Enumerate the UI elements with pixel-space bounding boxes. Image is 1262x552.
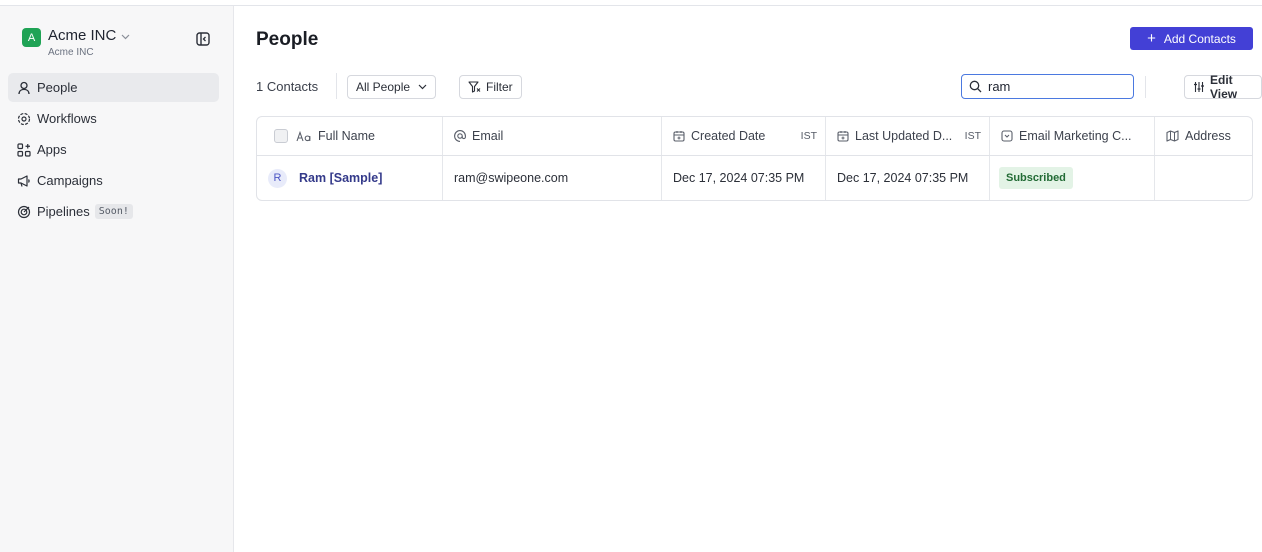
search-input[interactable]: [988, 79, 1118, 94]
column-header-address[interactable]: Address: [1155, 117, 1252, 155]
contact-name-link[interactable]: Ram [Sample]: [299, 171, 382, 185]
edit-view-button[interactable]: Edit View: [1184, 73, 1262, 101]
apps-icon: [17, 142, 31, 157]
workspace-avatar: A: [22, 28, 41, 47]
sidebar-item-label: Pipelines: [37, 204, 90, 219]
workspace-text: Acme INC Acme INC: [48, 27, 130, 58]
at-icon: [454, 130, 466, 142]
contacts-count: 1 Contacts: [256, 79, 319, 94]
text-aa-icon: [296, 130, 312, 142]
workspace-switcher[interactable]: A Acme INC Acme INC: [22, 27, 130, 58]
sidebar-item-workflows[interactable]: Workflows: [8, 104, 219, 133]
add-contacts-label: Add Contacts: [1163, 31, 1236, 46]
column-label: Full Name: [318, 129, 375, 143]
cell-last-updated: Dec 17, 2024 07:35 PM: [826, 156, 990, 200]
main-content: People + Add Contacts 1 Contacts All Peo…: [235, 6, 1262, 552]
cell-address: [1155, 156, 1252, 200]
sidebar-collapse-icon[interactable]: [196, 32, 210, 46]
status-badge: Subscribed: [999, 167, 1073, 189]
contacts-table: Full Name Email Created Date IST Last Up…: [256, 116, 1253, 201]
megaphone-icon: [17, 174, 31, 188]
view-select[interactable]: All People: [347, 75, 437, 99]
timezone-label: IST: [800, 130, 817, 142]
view-select-label: All People: [356, 80, 411, 94]
chevron-down-icon: [418, 84, 427, 90]
soon-badge: Soon!: [94, 204, 133, 219]
cell-email-marketing: Subscribed: [990, 156, 1155, 200]
person-icon: [17, 81, 31, 95]
table-header: Full Name Email Created Date IST Last Up…: [257, 117, 1252, 156]
column-label: Email Marketing C...: [1019, 129, 1132, 143]
sidebar-item-label: Apps: [37, 142, 67, 157]
column-header-full-name[interactable]: Full Name: [257, 117, 443, 155]
calendar-icon: [837, 130, 849, 142]
workflow-icon: [17, 112, 31, 126]
filter-icon: [468, 81, 481, 93]
column-label: Email: [472, 129, 504, 143]
column-header-last-updated[interactable]: Last Updated D... IST: [826, 117, 990, 155]
filter-button[interactable]: Filter: [459, 75, 522, 99]
search-box: [961, 74, 1134, 99]
column-header-created-date[interactable]: Created Date IST: [662, 117, 826, 155]
column-label: Last Updated D...: [855, 129, 953, 143]
app-root: A Acme INC Acme INC People Workflows App…: [0, 0, 1262, 552]
search-icon: [969, 80, 982, 93]
target-icon: [17, 205, 31, 219]
workspace-name: Acme INC: [48, 27, 117, 44]
select-all-checkbox[interactable]: [274, 129, 288, 143]
sidebar-nav: People Workflows Apps Campaigns Pipeline…: [8, 73, 219, 228]
add-contacts-button[interactable]: + Add Contacts: [1130, 27, 1253, 50]
edit-view-label: Edit View: [1210, 73, 1238, 101]
sidebar-item-label: Campaigns: [37, 173, 103, 188]
dropdown-box-icon: [1001, 130, 1013, 142]
sidebar-item-apps[interactable]: Apps: [8, 135, 219, 164]
plus-icon: +: [1147, 29, 1156, 47]
filter-label: Filter: [486, 80, 513, 94]
sidebar-item-campaigns[interactable]: Campaigns: [8, 166, 219, 195]
column-header-email-marketing[interactable]: Email Marketing C...: [990, 117, 1155, 155]
column-label: Address: [1185, 129, 1231, 143]
cell-created-date: Dec 17, 2024 07:35 PM: [662, 156, 826, 200]
sidebar-item-label: Workflows: [37, 111, 97, 126]
sidebar-item-label: People: [37, 80, 78, 95]
cell-full-name: R Ram [Sample]: [257, 156, 443, 200]
column-label: Created Date: [691, 129, 766, 143]
cell-email: ram@swipeone.com: [443, 156, 662, 200]
avatar: R: [268, 168, 287, 188]
toolbar-divider: [1145, 76, 1146, 98]
map-icon: [1166, 130, 1179, 142]
timezone-label: IST: [964, 130, 981, 142]
chevron-down-icon: [121, 34, 130, 40]
sidebar: A Acme INC Acme INC People Workflows App…: [0, 6, 234, 552]
column-header-email[interactable]: Email: [443, 117, 662, 155]
calendar-icon: [673, 130, 685, 142]
sidebar-item-pipelines[interactable]: Pipelines Soon!: [8, 197, 219, 226]
table-row[interactable]: R Ram [Sample] ram@swipeone.com Dec 17, …: [257, 156, 1252, 200]
workspace-name-row: Acme INC: [48, 27, 130, 45]
sidebar-item-people[interactable]: People: [8, 73, 219, 102]
sliders-icon: [1193, 81, 1205, 93]
toolbar-divider: [336, 73, 337, 99]
workspace-subtitle: Acme INC: [48, 47, 94, 58]
page-title: People: [256, 29, 319, 50]
